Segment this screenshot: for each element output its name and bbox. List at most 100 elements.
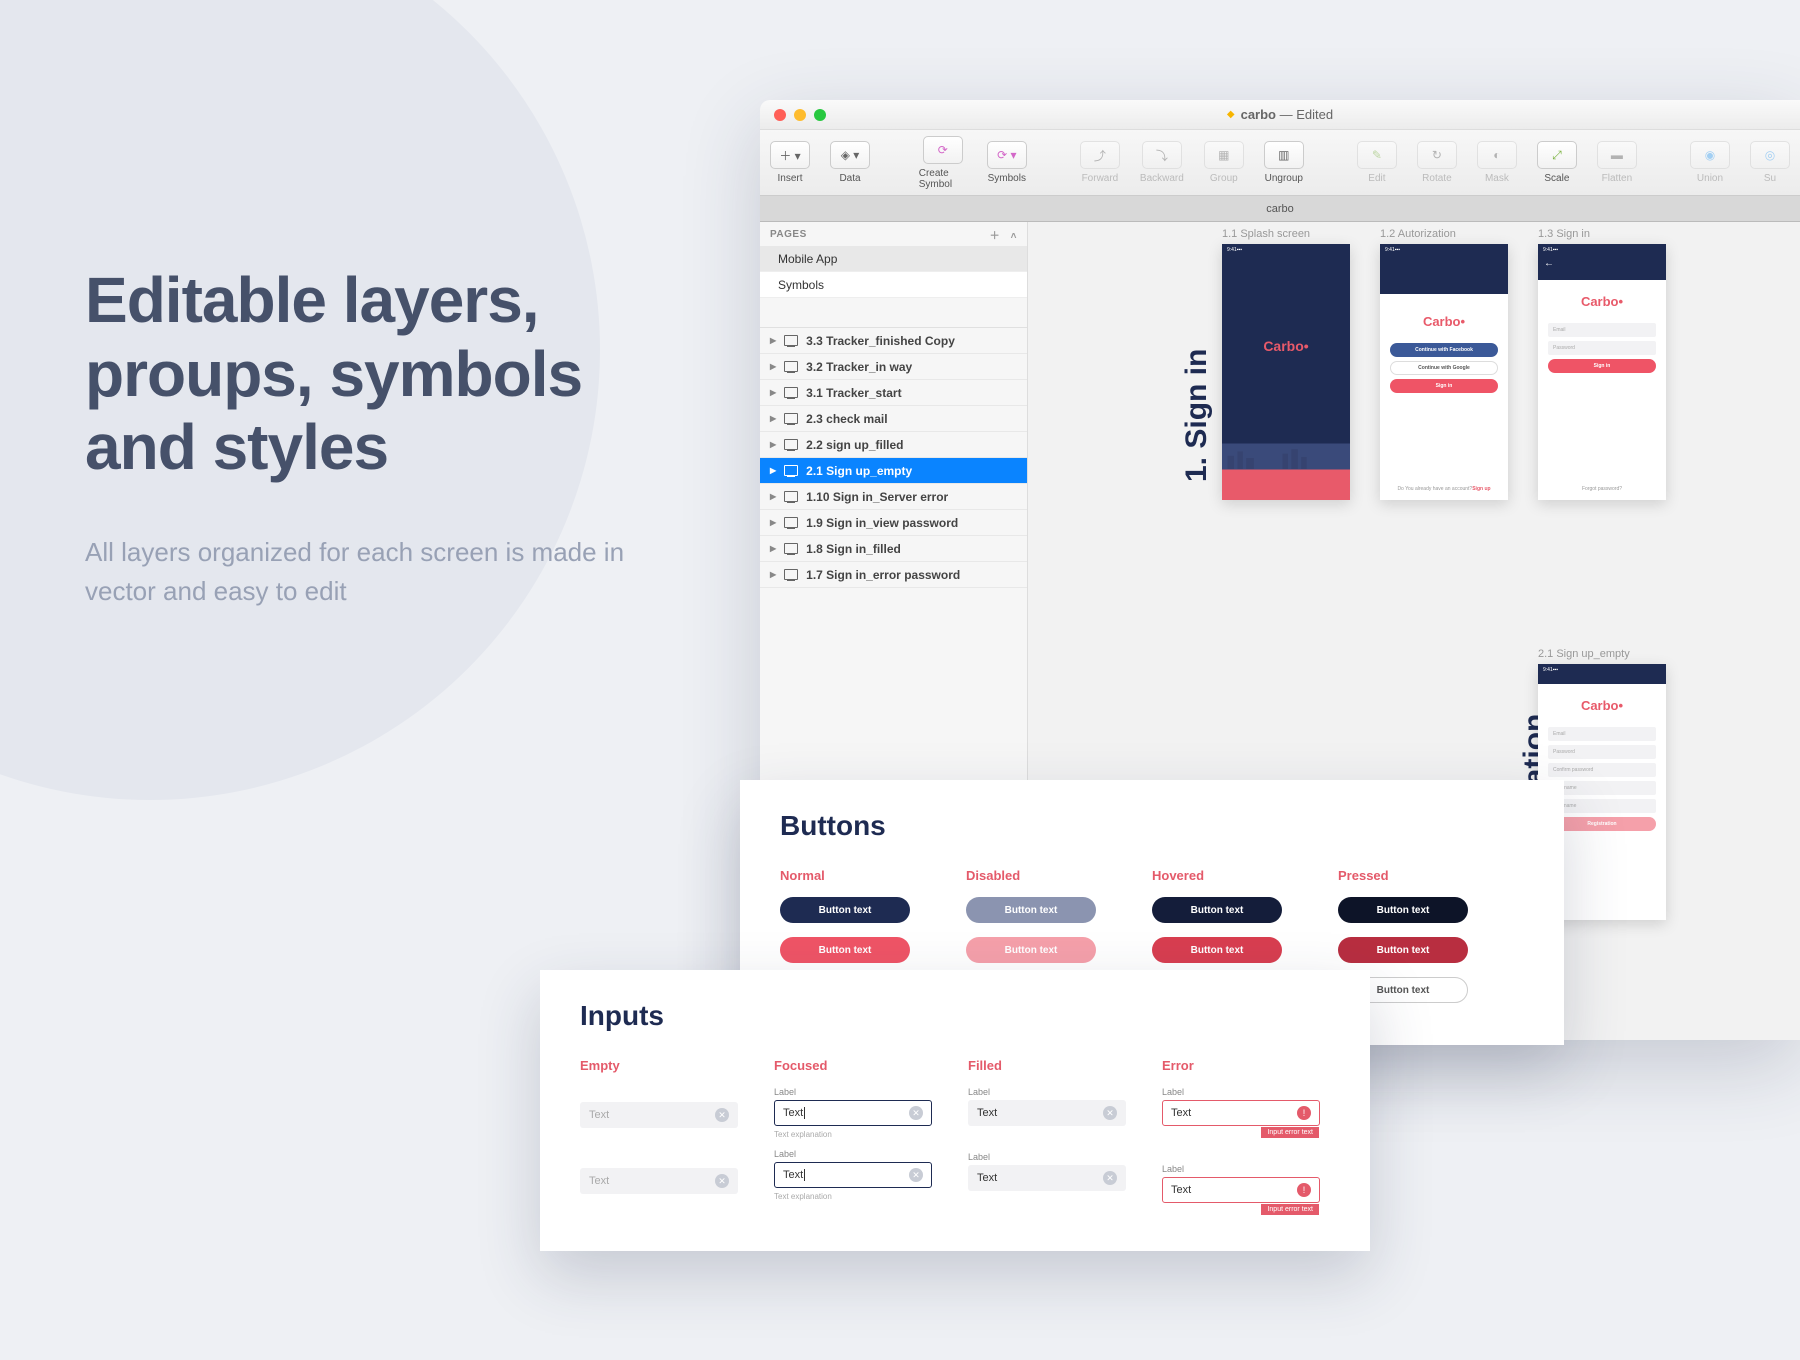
- page-item[interactable]: Mobile App: [760, 246, 1027, 272]
- close-icon[interactable]: [774, 109, 786, 121]
- artboard-splash[interactable]: 9:41▪▪▪ Carbo•: [1222, 244, 1350, 500]
- zoom-icon[interactable]: [814, 109, 826, 121]
- minimize-icon[interactable]: [794, 109, 806, 121]
- signin-button: Sign in: [1390, 379, 1498, 393]
- state-label: Error: [1162, 1058, 1320, 1073]
- button-hovered-secondary[interactable]: Button text: [1152, 937, 1282, 963]
- artboard-icon: [784, 491, 798, 502]
- clear-icon[interactable]: ✕: [715, 1108, 729, 1122]
- layer-item[interactable]: ▶3.2 Tracker_in way: [760, 354, 1027, 380]
- ungroup-button[interactable]: ▥: [1264, 141, 1304, 169]
- panel-title: Buttons: [780, 810, 1524, 842]
- inputs-panel: Inputs Empty Text✕ Text✕ Focused Label T…: [540, 970, 1370, 1251]
- data-button[interactable]: ◈ ▾: [830, 141, 870, 169]
- layer-item[interactable]: ▶2.1 Sign up_empty: [760, 458, 1027, 484]
- rotate-button: ↻: [1417, 141, 1457, 169]
- artboard-icon: [784, 387, 798, 398]
- input-label: Label: [968, 1152, 1126, 1162]
- input-empty[interactable]: Text✕: [580, 1102, 738, 1128]
- input-focused[interactable]: Text✕: [774, 1162, 932, 1188]
- disclosure-icon: ▶: [770, 544, 776, 553]
- error-icon[interactable]: !: [1297, 1106, 1311, 1120]
- clear-icon[interactable]: ✕: [1103, 1171, 1117, 1185]
- disclosure-icon: ▶: [770, 336, 776, 345]
- pages-controls[interactable]: ＋ ˄: [990, 227, 1017, 242]
- insert-button[interactable]: ＋ ▾: [770, 141, 810, 169]
- symbols-button[interactable]: ⟳ ▾: [987, 141, 1027, 169]
- disclosure-icon: ▶: [770, 388, 776, 397]
- button-pressed-secondary[interactable]: Button text: [1338, 937, 1468, 963]
- disclosure-icon: ▶: [770, 492, 776, 501]
- layer-item[interactable]: ▶2.2 sign up_filled: [760, 432, 1027, 458]
- clear-icon[interactable]: ✕: [715, 1174, 729, 1188]
- artboard-signin[interactable]: 9:41▪▪▪← Carbo• Email Password Sign in F…: [1538, 244, 1666, 500]
- clear-icon[interactable]: ✕: [909, 1106, 923, 1120]
- artboard-icon: [784, 413, 798, 424]
- layer-item[interactable]: ▶1.9 Sign in_view password: [760, 510, 1027, 536]
- pages-header: PAGES: [770, 229, 807, 240]
- state-label: Empty: [580, 1058, 738, 1073]
- layer-item[interactable]: ▶3.3 Tracker_finished Copy: [760, 328, 1027, 354]
- button-hovered-primary[interactable]: Button text: [1152, 897, 1282, 923]
- input-label: Label: [1162, 1087, 1320, 1097]
- error-tooltip: Input error text: [1261, 1127, 1319, 1138]
- state-label: Focused: [774, 1058, 932, 1073]
- artboard-icon: [784, 569, 798, 580]
- facebook-button: Continue with Facebook: [1390, 343, 1498, 357]
- input-error[interactable]: Text!Input error text: [1162, 1177, 1320, 1203]
- state-label: Disabled: [966, 868, 1096, 883]
- disclosure-icon: ▶: [770, 414, 776, 423]
- hero-title: Editable layers, proups, symbols and sty…: [85, 264, 645, 485]
- artboard-label: 2.1 Sign up_empty: [1538, 648, 1630, 660]
- layer-item[interactable]: ▶3.1 Tracker_start: [760, 380, 1027, 406]
- artboard-label: 1.2 Autorization: [1380, 228, 1456, 240]
- layer-item[interactable]: ▶1.10 Sign in_Server error: [760, 484, 1027, 510]
- disclosure-icon: ▶: [770, 518, 776, 527]
- layer-item[interactable]: ▶1.7 Sign in_error password: [760, 562, 1027, 588]
- state-label: Hovered: [1152, 868, 1282, 883]
- button-pressed-primary[interactable]: Button text: [1338, 897, 1468, 923]
- scale-button[interactable]: ⤢: [1537, 141, 1577, 169]
- document-tab[interactable]: carbo: [760, 196, 1800, 222]
- input-help: Text explanation: [774, 1192, 932, 1201]
- artboard-authorization[interactable]: 9:41▪▪▪ Carbo• Continue with Facebook Co…: [1380, 244, 1508, 500]
- artboard-label: 1.1 Splash screen: [1222, 228, 1310, 240]
- input-error[interactable]: Text!Input error text: [1162, 1100, 1320, 1126]
- subtract-button: ◎: [1750, 141, 1790, 169]
- clear-icon[interactable]: ✕: [909, 1168, 923, 1182]
- disclosure-icon: ▶: [770, 466, 776, 475]
- create-symbol-button[interactable]: ⟳: [923, 136, 963, 164]
- disclosure-icon: ▶: [770, 362, 776, 371]
- input-empty[interactable]: Text✕: [580, 1168, 738, 1194]
- backward-button: ⤵: [1142, 141, 1182, 169]
- button-normal-primary[interactable]: Button text: [780, 897, 910, 923]
- toolbar: ＋ ▾Insert ◈ ▾Data ⟳Create Symbol ⟳ ▾Symb…: [760, 130, 1800, 196]
- artboard-icon: [784, 465, 798, 476]
- state-label: Filled: [968, 1058, 1126, 1073]
- input-filled[interactable]: Text✕: [968, 1165, 1126, 1191]
- input-label: Label: [774, 1149, 932, 1159]
- mask-button: ◐: [1477, 141, 1517, 169]
- artboard-label: 1.3 Sign in: [1538, 228, 1590, 240]
- error-tooltip: Input error text: [1261, 1204, 1319, 1215]
- artboard-icon: [784, 335, 798, 346]
- flatten-button: ▬: [1597, 141, 1637, 169]
- artboard-icon: [784, 543, 798, 554]
- button-normal-secondary[interactable]: Button text: [780, 937, 910, 963]
- input-filled[interactable]: Text✕: [968, 1100, 1126, 1126]
- input-label: Label: [774, 1087, 932, 1097]
- input-focused[interactable]: Text✕: [774, 1100, 932, 1126]
- disclosure-icon: ▶: [770, 570, 776, 579]
- clear-icon[interactable]: ✕: [1103, 1106, 1117, 1120]
- error-icon[interactable]: !: [1297, 1183, 1311, 1197]
- google-button: Continue with Google: [1390, 361, 1498, 375]
- artboard-icon: [784, 517, 798, 528]
- layer-item[interactable]: ▶2.3 check mail: [760, 406, 1027, 432]
- input-label: Label: [968, 1087, 1126, 1097]
- artboard-icon: [784, 361, 798, 372]
- hero-subtitle: All layers organized for each screen is …: [85, 533, 645, 611]
- panel-title: Inputs: [580, 1000, 1330, 1032]
- page-item[interactable]: Symbols: [760, 272, 1027, 298]
- layer-item[interactable]: ▶1.8 Sign in_filled: [760, 536, 1027, 562]
- forward-button: ⤴: [1080, 141, 1120, 169]
